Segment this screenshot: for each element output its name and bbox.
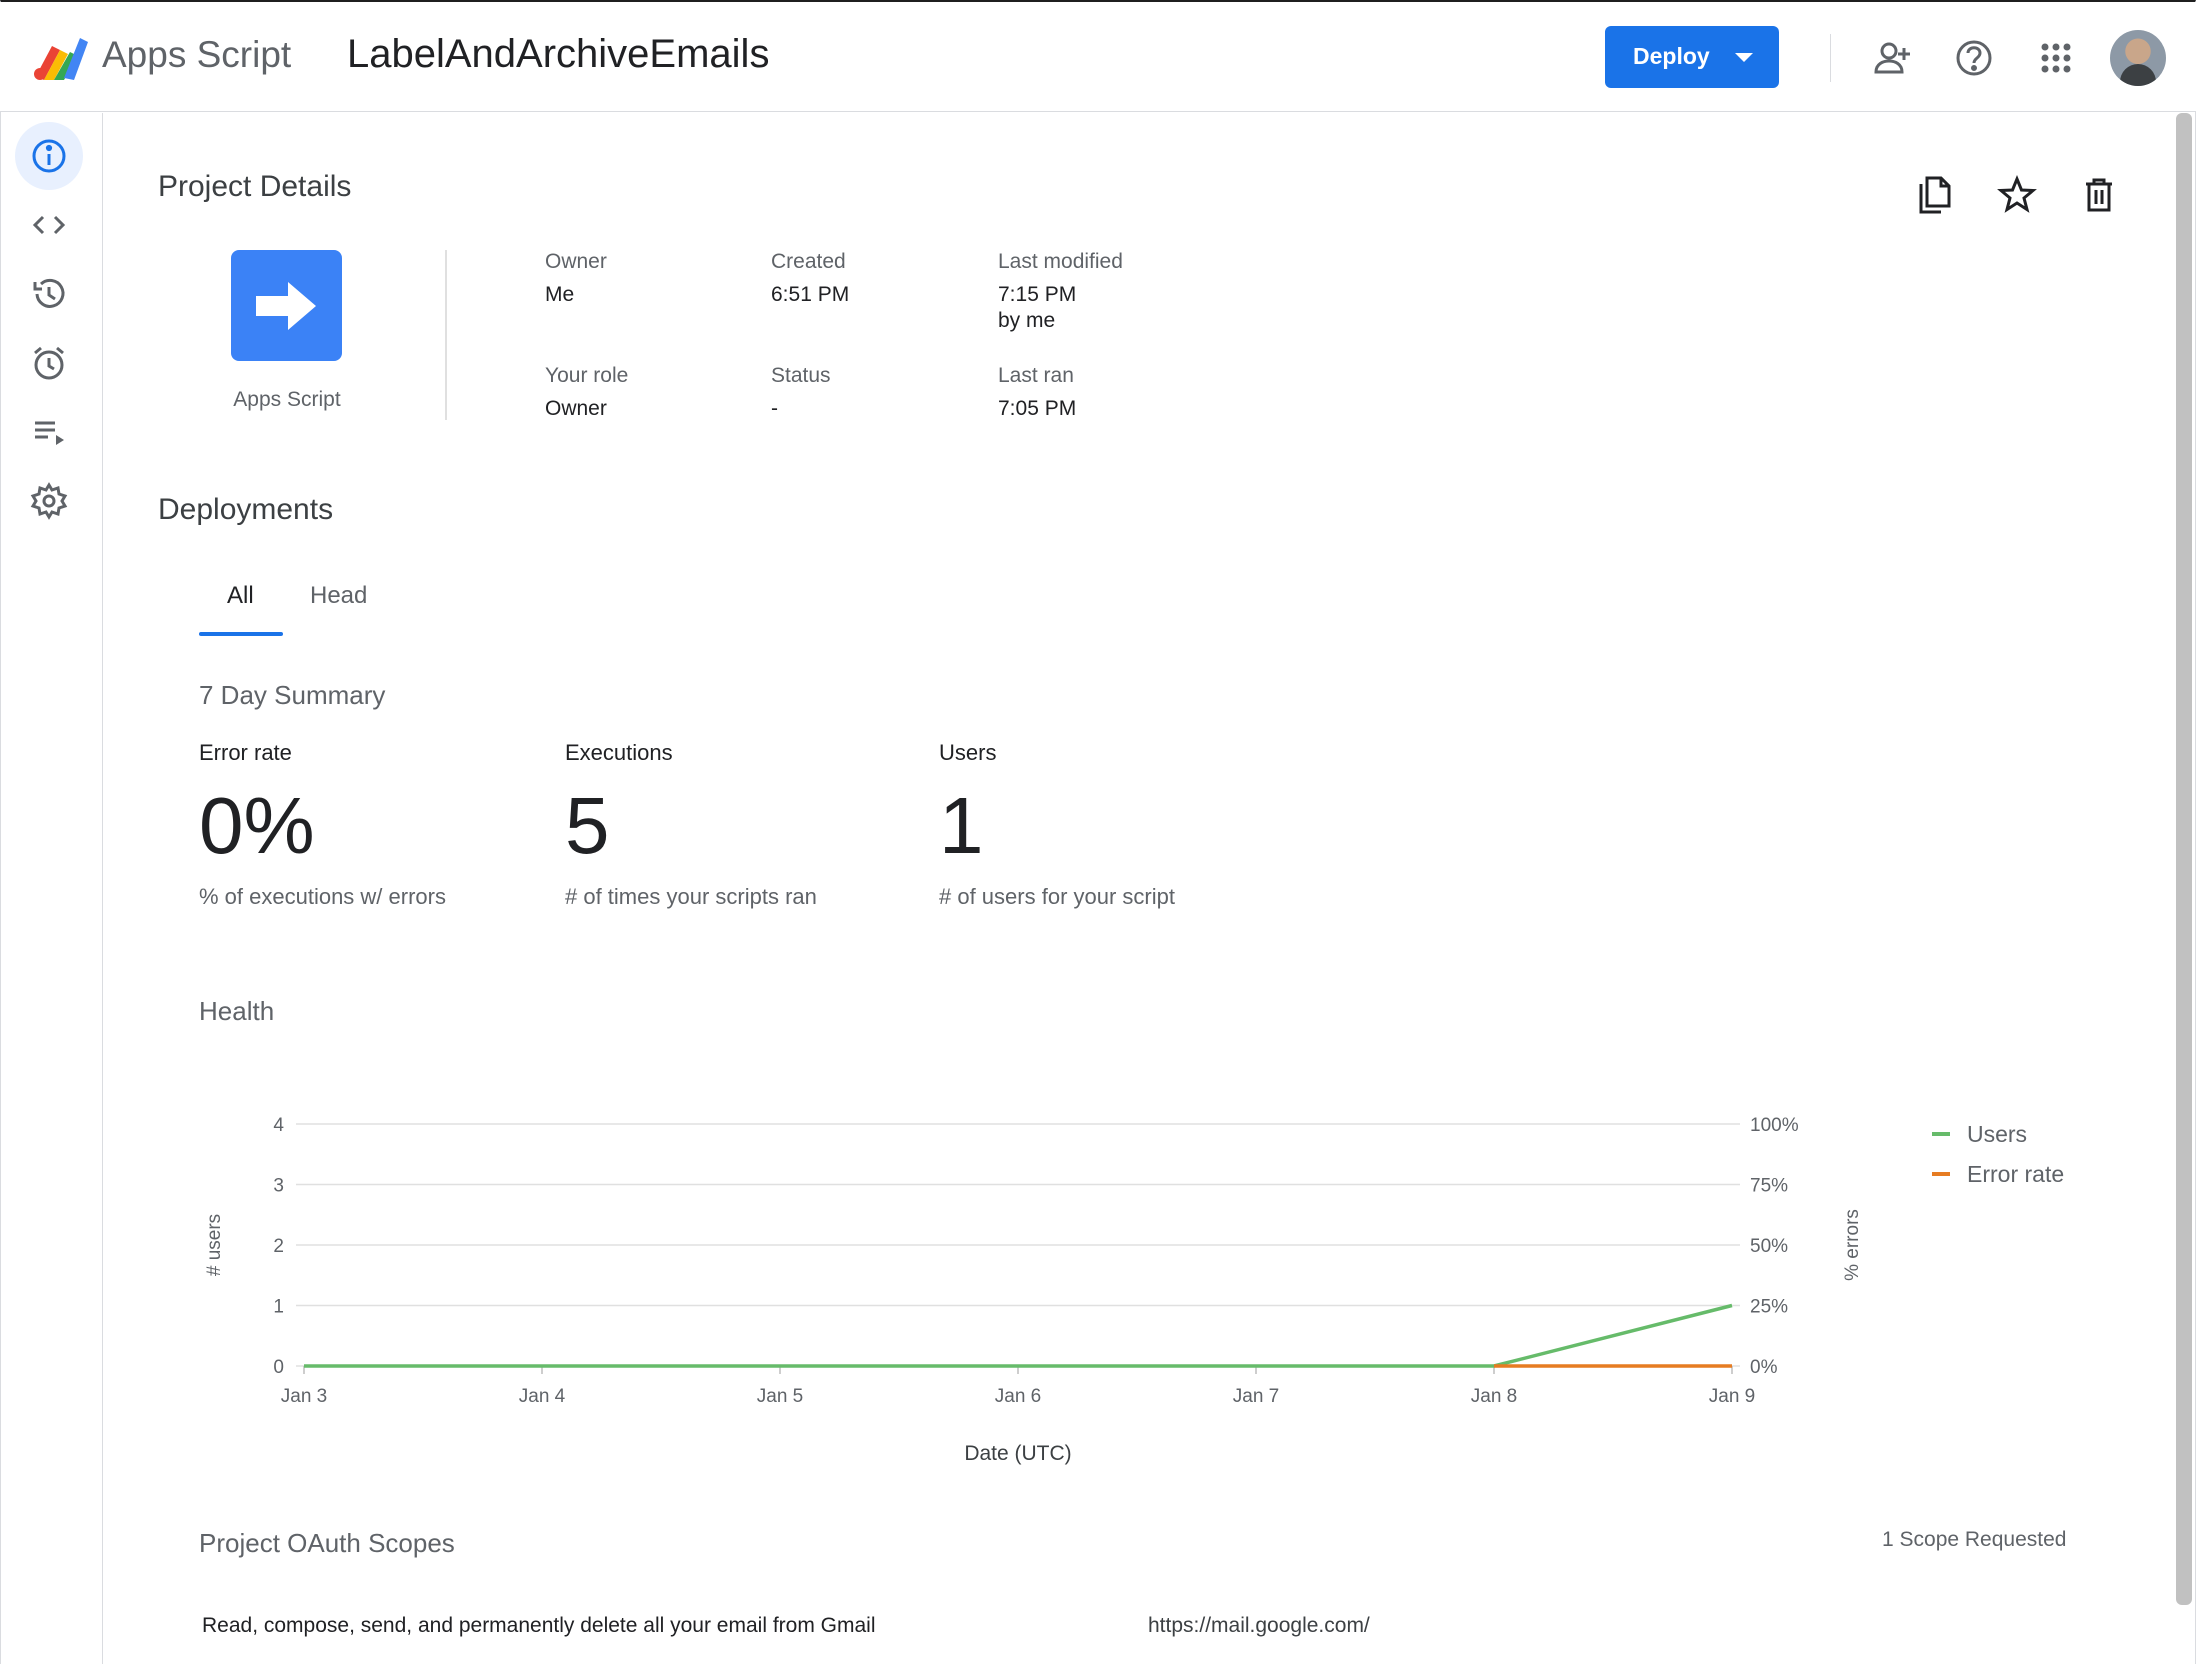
last-modified-label: Last modified xyxy=(998,250,1123,273)
created-value: 6:51 PM xyxy=(771,283,850,306)
top-app-bar: Apps Script LabelAndArchiveEmails Deploy xyxy=(0,2,2196,112)
legend-label: Error rate xyxy=(1967,1161,2064,1187)
deploy-label: Deploy xyxy=(1633,43,1710,69)
scope-url[interactable]: https://mail.google.com/ xyxy=(1148,1614,1370,1638)
y-tick-label: 1 xyxy=(273,1297,284,1318)
tab-all[interactable]: All xyxy=(227,582,254,610)
x-tick-label: Jan 4 xyxy=(519,1386,566,1407)
list-play-icon xyxy=(35,421,64,445)
code-icon xyxy=(32,215,66,235)
created-label: Created xyxy=(771,250,846,273)
apps-script-app-tile xyxy=(231,250,342,361)
account-avatar[interactable] xyxy=(2110,30,2166,86)
vertical-scrollbar[interactable] xyxy=(2176,113,2192,1605)
nav-settings[interactable] xyxy=(15,467,83,535)
x-tick-label: Jan 3 xyxy=(281,1386,327,1407)
nav-history[interactable] xyxy=(15,260,83,328)
y2-axis-title: % errors xyxy=(1842,1209,1863,1281)
star-icon[interactable] xyxy=(1996,174,2038,216)
x-tick-label: Jan 9 xyxy=(1709,1386,1755,1407)
deploy-button[interactable]: Deploy xyxy=(1605,26,1779,88)
x-tick-label: Jan 7 xyxy=(1233,1386,1279,1407)
y2-tick-label: 50% xyxy=(1750,1236,1788,1257)
owner-label: Owner xyxy=(545,250,607,273)
scope-description: Read, compose, send, and permanently del… xyxy=(202,1614,876,1637)
copy-icon[interactable] xyxy=(1913,174,1955,216)
oauth-scopes-heading: Project OAuth Scopes xyxy=(199,1528,455,1558)
executions-desc: # of times your scripts ran xyxy=(565,884,817,909)
error-rate-desc: % of executions w/ errors xyxy=(199,884,446,909)
details-divider xyxy=(445,250,447,420)
users-value: 1 xyxy=(939,781,984,870)
brand-name[interactable]: Apps Script xyxy=(102,34,291,76)
help-icon[interactable] xyxy=(1954,38,1994,78)
series-line-users xyxy=(304,1303,1733,1368)
y2-tick-label: 100% xyxy=(1750,1115,1799,1136)
health-chart: 0 1 2 3 4 0% 25% 50% 75% 100% Jan 3 Jan 4 Jan 5 Jan 6… xyxy=(204,1115,2064,1465)
y-tick-label: 4 xyxy=(273,1115,284,1136)
nav-triggers[interactable] xyxy=(15,329,83,397)
nav-executions[interactable] xyxy=(15,398,83,466)
deployments-heading: Deployments xyxy=(158,493,334,526)
error-rate-label: Error rate xyxy=(199,740,292,765)
executions-label: Executions xyxy=(565,740,673,765)
gear-icon xyxy=(30,482,68,520)
y2-tick-label: 0% xyxy=(1750,1357,1778,1378)
chevron-down-icon xyxy=(1735,53,1753,62)
project-details-heading: Project Details xyxy=(158,170,352,203)
y-tick-label: 2 xyxy=(273,1236,284,1257)
app-type-label: Apps Script xyxy=(233,388,341,411)
y2-tick-label: 75% xyxy=(1750,1176,1788,1197)
left-nav-rail xyxy=(0,113,103,1664)
scope-count: 1 Scope Requested xyxy=(1882,1528,2067,1551)
users-desc: # of users for your script xyxy=(939,884,1175,909)
history-icon xyxy=(33,278,65,308)
nav-editor[interactable] xyxy=(15,191,83,259)
owner-value: Me xyxy=(545,283,575,306)
legend-label: Users xyxy=(1967,1121,2027,1147)
executions-value: 5 xyxy=(565,781,610,870)
role-value: Owner xyxy=(545,397,607,420)
apps-script-logo-icon[interactable] xyxy=(30,30,94,82)
x-tick-label: Jan 8 xyxy=(1471,1386,1517,1407)
last-modified-by: by me xyxy=(998,309,1056,332)
last-ran-label: Last ran xyxy=(998,364,1074,387)
status-label: Status xyxy=(771,364,831,387)
error-rate-value: 0% xyxy=(199,781,315,870)
active-tab-indicator xyxy=(199,632,283,636)
alarm-icon xyxy=(34,346,64,380)
role-label: Your role xyxy=(545,364,629,387)
info-icon xyxy=(32,139,66,173)
y2-tick-label: 25% xyxy=(1750,1297,1788,1318)
y-axis-title: # users xyxy=(204,1214,225,1276)
project-title[interactable]: LabelAndArchiveEmails xyxy=(347,32,769,77)
health-heading: Health xyxy=(199,996,275,1026)
users-label: Users xyxy=(939,740,997,765)
delete-icon[interactable] xyxy=(2078,174,2120,216)
x-axis-title: Date (UTC) xyxy=(964,1442,1071,1465)
y-tick-label: 3 xyxy=(273,1176,284,1197)
y-tick-label: 0 xyxy=(273,1357,284,1378)
arrow-right-icon xyxy=(255,281,316,330)
last-ran-value: 7:05 PM xyxy=(998,397,1077,420)
toolbar-divider xyxy=(1830,34,1831,82)
x-tick-label: Jan 6 xyxy=(995,1386,1041,1407)
nav-overview[interactable] xyxy=(15,122,83,190)
last-modified-value: 7:15 PM xyxy=(998,283,1077,306)
status-value: - xyxy=(771,397,778,420)
summary-heading: 7 Day Summary xyxy=(199,680,386,710)
add-person-icon[interactable] xyxy=(1873,38,1913,78)
x-tick-label: Jan 5 xyxy=(757,1386,803,1407)
tab-head[interactable]: Head xyxy=(310,582,367,610)
apps-grid-icon[interactable] xyxy=(2036,38,2076,78)
